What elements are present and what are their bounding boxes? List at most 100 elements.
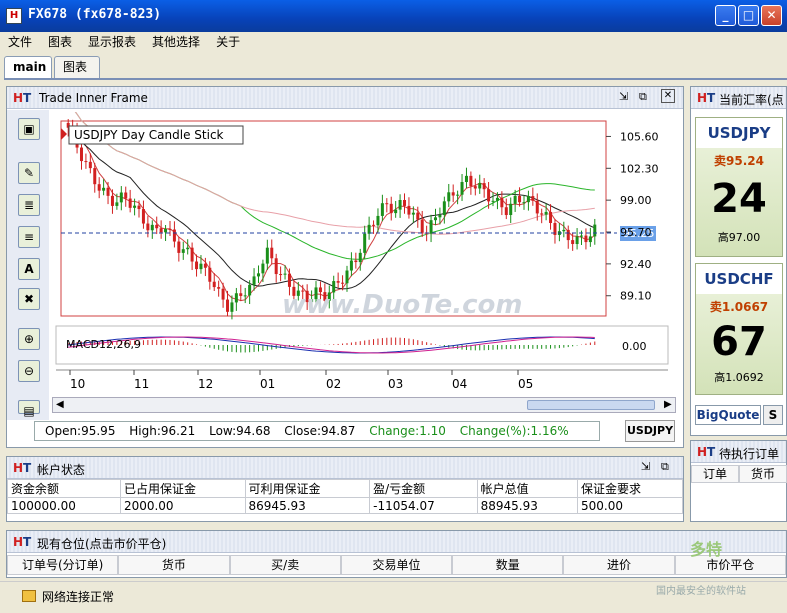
text-tool-icon[interactable]: A <box>18 258 40 280</box>
ht-logo: HT <box>697 445 716 459</box>
col-header[interactable]: 订单号(分订单) <box>7 555 119 575</box>
list-icon[interactable]: ≣ <box>18 194 40 216</box>
quote-symbol: USDJPY <box>696 118 782 148</box>
col-header[interactable]: 进价 <box>563 555 675 575</box>
candle-body <box>279 274 283 276</box>
symbol-button[interactable]: USDJPY <box>625 420 675 442</box>
account-title: 帐户状态 <box>37 463 86 477</box>
menu-reports[interactable]: 显示报表 <box>80 32 144 51</box>
restore-icon[interactable]: ⇲ <box>619 90 628 103</box>
candle-body <box>164 228 168 233</box>
quote-high: 高1.0692 <box>714 371 764 384</box>
horizontal-scrollbar[interactable]: ◀ ▶ <box>52 397 676 413</box>
ohlc-close: Close:94.87 <box>284 424 356 438</box>
scroll-left-icon[interactable]: ◀ <box>56 399 64 410</box>
zoom-out-icon[interactable]: ⊖ <box>18 360 40 382</box>
candle-body <box>341 282 345 284</box>
candle-body <box>155 224 159 229</box>
candle-body <box>389 203 393 214</box>
col-header[interactable]: 订单 <box>691 465 739 483</box>
table-header-row: 资金余额 已占用保证金 可利用保证金 盈/亏金额 帐户总值 保证金要求 <box>7 479 683 498</box>
candle-body <box>469 175 473 187</box>
network-status: 网络连接正常 <box>42 590 115 604</box>
candle-body <box>473 186 477 189</box>
candle-body <box>403 200 407 206</box>
quote-box-usdjpy[interactable]: USDJPY 卖95.24 24 高97.00 <box>695 117 783 257</box>
col-header[interactable]: 数量 <box>452 555 564 575</box>
close-button[interactable]: ✕ <box>761 5 782 26</box>
candle-body <box>571 240 575 245</box>
col-header: 可利用保证金 <box>244 479 371 498</box>
ht-logo: HT <box>13 535 32 549</box>
candle-body <box>367 224 371 234</box>
moving-average-line <box>68 127 595 290</box>
candle-body <box>438 214 442 218</box>
candle-body <box>195 261 199 270</box>
table-icon[interactable]: ≡ <box>18 226 40 248</box>
quote-box-usdchf[interactable]: USDCHF 卖1.0667 67 高1.0692 <box>695 263 783 395</box>
col-header[interactable]: 货币 <box>739 465 787 483</box>
candle-body <box>500 197 504 208</box>
maximize-button[interactable]: □ <box>738 5 759 26</box>
tab-main[interactable]: main <box>4 56 52 78</box>
popout-icon[interactable]: ⧉ <box>639 90 647 104</box>
positions-title: 现有仓位(点击市价平仓) <box>37 537 167 551</box>
rates-title: 当前汇率(点 <box>719 93 784 107</box>
ht-logo: HT <box>13 91 32 105</box>
candle-body <box>243 295 247 297</box>
tab-chart[interactable]: 图表 <box>54 56 100 78</box>
candle-body <box>584 235 588 243</box>
extra-tool-icon[interactable]: ▤ <box>18 400 40 418</box>
candle-body <box>522 202 526 204</box>
candle-body <box>526 196 530 203</box>
quote-big-digits: 67 <box>711 319 767 365</box>
delete-tool-icon[interactable]: ✖ <box>18 288 40 310</box>
ohlc-low: Low:94.68 <box>209 424 271 438</box>
zoom-in-icon[interactable]: ⊕ <box>18 328 40 350</box>
tab-bigquote[interactable]: BigQuote <box>695 405 761 425</box>
menu-other[interactable]: 其他选择 <box>144 32 208 51</box>
candle-body <box>562 229 566 232</box>
candle-body <box>287 273 291 287</box>
col-header: 帐户总值 <box>476 479 579 498</box>
candle-body <box>491 200 495 202</box>
col-header[interactable]: 买/卖 <box>229 555 341 575</box>
candle-body <box>451 192 455 196</box>
restore-icon[interactable]: ⇲ <box>641 460 650 473</box>
candle-body <box>504 207 508 216</box>
ohlc-high: High:96.21 <box>129 424 196 438</box>
chart-area[interactable]: 95.25 105.60 102.30 99.00 95.70 92.40 89.10 U… <box>52 106 672 396</box>
brand-subtitle: 国内最安全的软件站 <box>656 586 746 597</box>
menu-chart[interactable]: 图表 <box>40 32 80 51</box>
candle-body <box>509 203 513 216</box>
window-title: FX678 (fx678-823) <box>28 7 162 22</box>
candle-body <box>115 202 119 206</box>
pending-title: 待执行订单 <box>719 447 780 461</box>
minimize-button[interactable]: _ <box>715 5 736 26</box>
scroll-right-icon[interactable]: ▶ <box>664 399 672 410</box>
tab-s[interactable]: S <box>763 405 783 425</box>
candle-body <box>221 288 225 300</box>
candle-body <box>159 228 163 233</box>
chart-legend: USDJPY Day Candle Stick <box>74 128 224 142</box>
scroll-thumb[interactable] <box>527 400 655 410</box>
network-icon <box>22 590 36 602</box>
candle-body <box>261 263 265 274</box>
candle-body <box>270 247 274 259</box>
menu-about[interactable]: 关于 <box>208 32 248 51</box>
col-header[interactable]: 交易单位 <box>340 555 453 575</box>
y-tick-label: 102.30 <box>620 162 659 175</box>
draw-line-icon[interactable]: ✎ <box>18 162 40 184</box>
col-header[interactable]: 货币 <box>118 555 230 575</box>
candle-body <box>363 233 367 253</box>
watermark: www.DuoTe.com <box>282 290 523 320</box>
y-tick-label: 89.10 <box>620 290 652 303</box>
candle-body <box>544 211 548 215</box>
close-icon[interactable]: ✕ <box>661 89 675 103</box>
print-icon[interactable]: ▣ <box>18 118 40 140</box>
candle-body <box>274 258 278 275</box>
candle-body <box>358 252 362 263</box>
popout-icon[interactable]: ⧉ <box>661 460 669 474</box>
menu-file[interactable]: 文件 <box>0 32 40 51</box>
price-chart[interactable]: 95.25 105.60102.3099.0095.7092.4089.10 U… <box>52 106 672 396</box>
